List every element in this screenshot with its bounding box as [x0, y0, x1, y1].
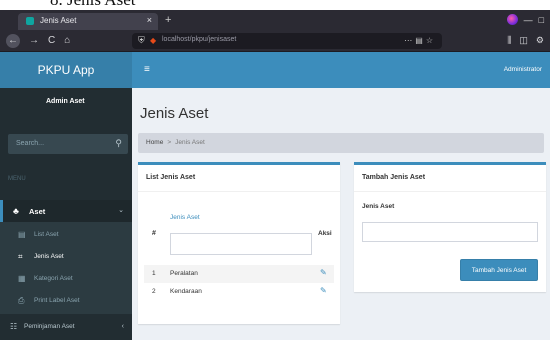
row-name: Kendaraan	[170, 288, 202, 295]
browser-nav-bar: ← → C ⌂ ⛨ ◆ localhost/pkpu/jenisaset ⋯▤☆…	[0, 30, 550, 52]
browser-tools: ⫼ ◫ ⚙	[507, 34, 544, 47]
library-icon[interactable]: ⫼	[507, 34, 511, 47]
sidebar-item-aset[interactable]: ♣ Aset ⌄	[0, 200, 132, 222]
category-icon: ▦	[18, 274, 26, 283]
page-title: Jenis Aset	[140, 105, 209, 122]
sidebar-item-label: Aset	[29, 207, 46, 216]
topbar-user-menu[interactable]: Administrator	[504, 66, 542, 73]
sidebar-item-print-label[interactable]: ⎙ Print Label Aset	[0, 290, 132, 312]
exchange-icon: ☷	[10, 322, 18, 331]
chevron-left-icon: ‹	[121, 323, 124, 330]
sidebar-item-label: Jenis Aset	[34, 253, 64, 260]
app-topbar: ≡ Administrator	[132, 52, 550, 88]
caption: 8. Jenis Aset	[0, 0, 550, 10]
settings-icon[interactable]: ⚙	[536, 34, 544, 47]
reload-icon[interactable]: C	[48, 34, 55, 48]
insecure-lock-icon[interactable]: ◆	[150, 35, 156, 46]
tab-close-icon[interactable]: ×	[147, 15, 152, 26]
breadcrumb: Home > Jenis Aset	[138, 133, 544, 153]
sidebar-toggle-icon[interactable]: ◫	[519, 34, 528, 47]
divider	[138, 191, 340, 192]
divider	[354, 191, 546, 192]
jenis-aset-input[interactable]	[362, 222, 538, 242]
url-actions-icon[interactable]: ⋯▤☆	[404, 35, 436, 46]
field-label: Jenis Aset	[362, 203, 395, 210]
home-icon[interactable]: ⌂	[64, 34, 70, 48]
minimize-icon[interactable]: —	[524, 15, 533, 25]
row-name: Peralatan	[170, 270, 198, 277]
row-number: 2	[152, 288, 156, 295]
table-row: 1 Peralatan ✎	[144, 265, 334, 283]
tab-title: Jenis Aset	[40, 16, 77, 25]
caption-text: 8. Jenis Aset	[50, 0, 135, 9]
search-icon[interactable]: ⚲	[115, 138, 122, 149]
firefox-account-icon[interactable]	[506, 14, 518, 25]
column-sort-link[interactable]: Jenis Aset	[170, 214, 200, 221]
breadcrumb-home[interactable]: Home	[146, 139, 163, 146]
menu-header: Menu	[8, 176, 26, 182]
chevron-down-icon: ⌄	[118, 207, 124, 214]
url-text[interactable]: localhost/pkpu/jenisaset	[162, 36, 236, 43]
shield-icon[interactable]: ⛨	[138, 35, 145, 46]
print-icon: ⎙	[18, 296, 25, 305]
list-jenis-aset-box: List Jenis Aset Jenis Aset # Aksi 1 Pera…	[138, 162, 340, 324]
table-row: 2 Kendaraan ✎	[144, 283, 334, 301]
nav-buttons: ← → C ⌂	[6, 34, 70, 48]
column-header-number: #	[152, 230, 156, 237]
sidebar-item-jenis-aset[interactable]: ⌗ Jenis Aset	[0, 246, 132, 268]
browser-tab-bar: Jenis Aset × + — □	[0, 10, 550, 30]
main-content: Jenis Aset Home > Jenis Aset List Jenis As…	[132, 88, 550, 340]
sidebar-item-label: Print Label Aset	[34, 297, 80, 304]
forward-icon[interactable]: →	[29, 34, 39, 48]
window-controls: — □	[506, 14, 544, 25]
breadcrumb-separator: >	[167, 139, 172, 146]
maximize-icon[interactable]: □	[539, 15, 544, 25]
url-bar[interactable]: ⛨ ◆ localhost/pkpu/jenisaset ⋯▤☆	[132, 33, 442, 49]
sidebar-item-label: List Aset	[34, 231, 59, 238]
browser-tab[interactable]: Jenis Aset ×	[18, 13, 158, 30]
aset-submenu: ▤ List Aset ⌗ Jenis Aset ▦ Kategori Aset…	[0, 222, 132, 314]
filter-input[interactable]	[170, 233, 312, 255]
box-title: Tambah Jenis Aset	[362, 174, 426, 181]
sidebar-item-label: Peminjaman Aset	[24, 323, 75, 330]
column-header-aksi: Aksi	[318, 230, 332, 237]
sidebar: Admin Aset Search... ⚲ Menu ♣ Aset ⌄ ▤ L…	[0, 88, 132, 340]
breadcrumb-current: Jenis Aset	[175, 139, 205, 146]
edit-icon[interactable]: ✎	[320, 286, 327, 296]
tags-icon: ⌗	[18, 252, 23, 261]
tambah-jenis-aset-box: Tambah Jenis Aset Jenis Aset Tambah Jeni…	[354, 162, 546, 292]
tambah-jenis-aset-button[interactable]: Tambah Jenis Aset	[460, 259, 538, 281]
sidebar-search[interactable]: Search... ⚲	[8, 134, 128, 154]
back-icon[interactable]: ←	[6, 34, 20, 48]
sidebar-item-kategori-aset[interactable]: ▦ Kategori Aset	[0, 268, 132, 290]
edit-icon[interactable]: ✎	[320, 268, 327, 278]
sidebar-item-label: Kategori Aset	[34, 275, 73, 282]
cubes-icon: ♣	[13, 206, 19, 216]
box-title: List Jenis Aset	[146, 174, 196, 181]
row-number: 1	[152, 270, 156, 277]
sidebar-item-peminjaman[interactable]: ☷ Peminjaman Aset ‹	[0, 316, 132, 338]
user-name: Admin Aset	[46, 98, 85, 105]
search-input[interactable]: Search...	[16, 140, 44, 147]
user-panel: Admin Aset	[0, 88, 132, 128]
sidebar-item-list-aset[interactable]: ▤ List Aset	[0, 224, 132, 246]
app-logo[interactable]: PKPU App	[0, 52, 132, 88]
new-tab-icon[interactable]: +	[165, 14, 171, 26]
favicon-icon	[26, 17, 34, 25]
sidebar-toggle-menu-icon[interactable]: ≡	[144, 64, 150, 76]
list-icon: ▤	[18, 230, 26, 239]
